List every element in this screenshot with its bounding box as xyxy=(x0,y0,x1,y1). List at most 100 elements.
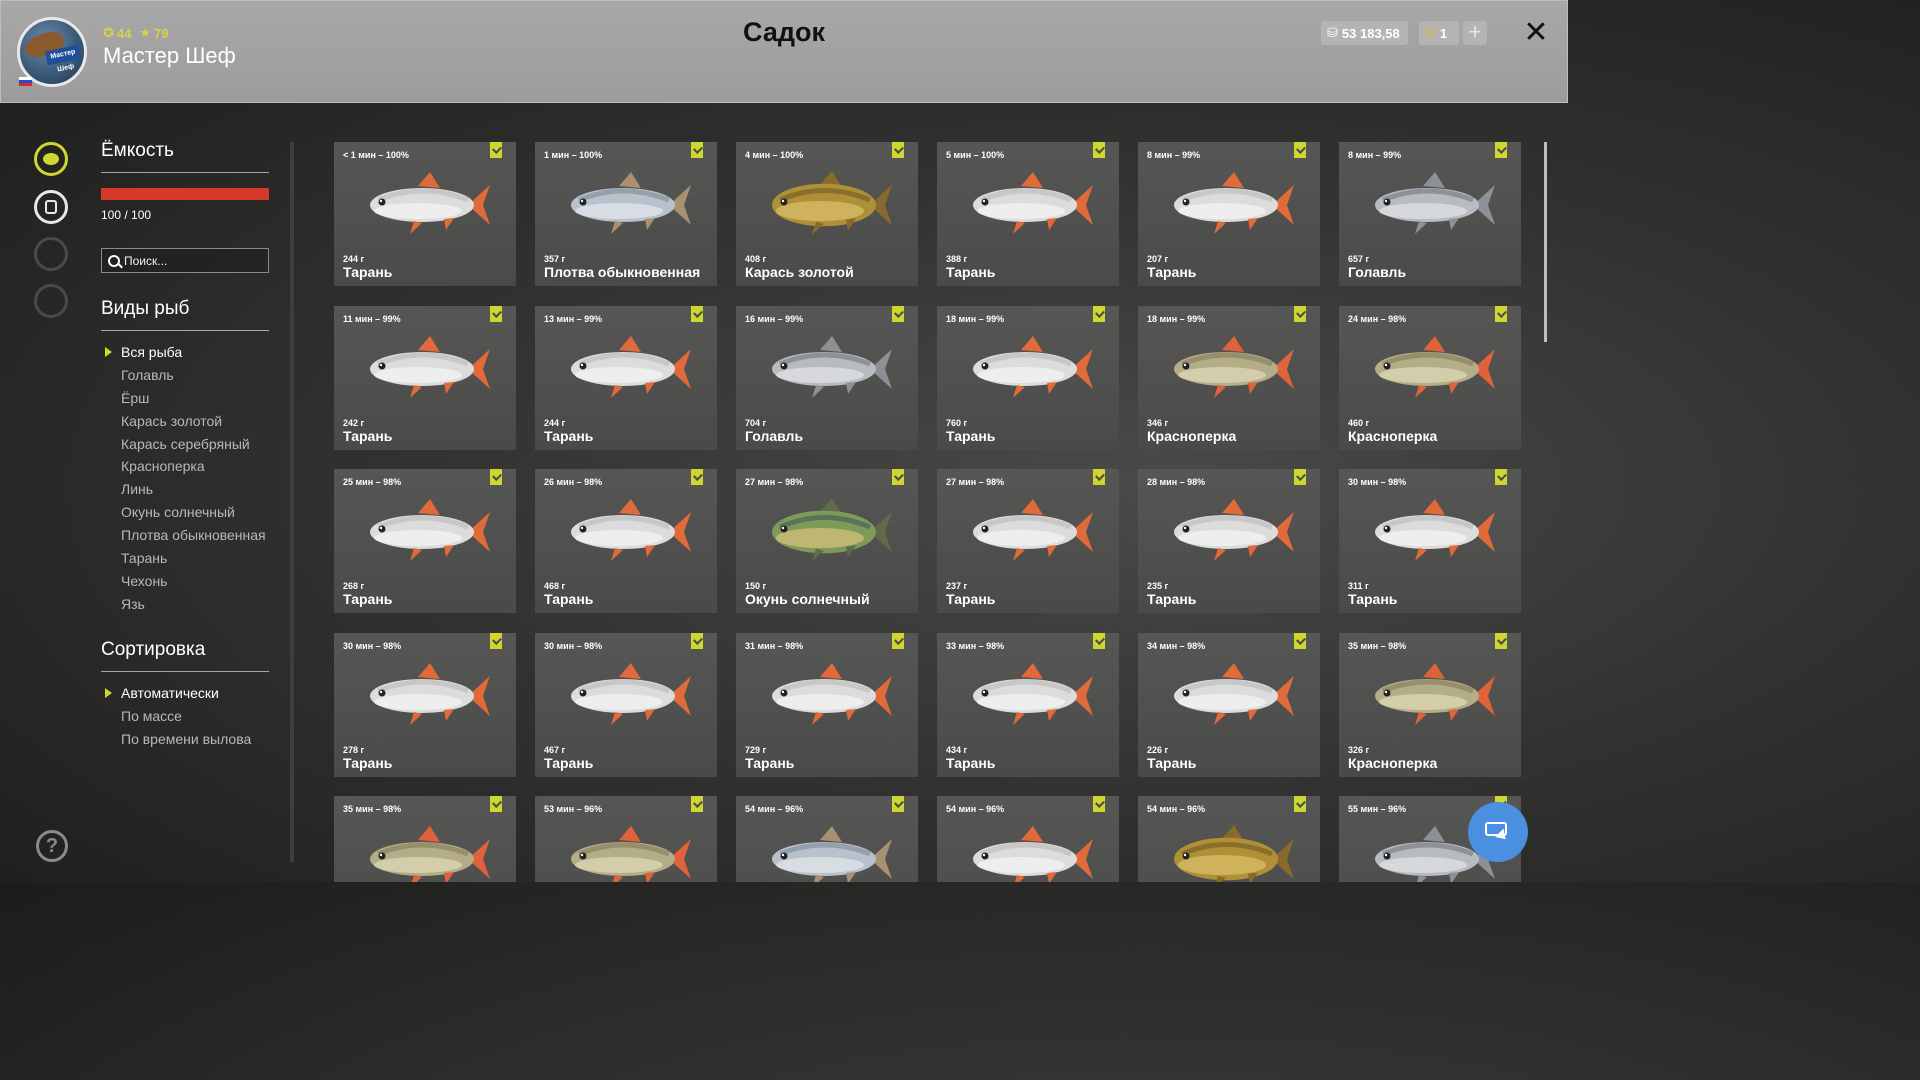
fish-card[interactable]: 54 мин – 96% xyxy=(1138,796,1320,882)
species-item[interactable]: Чехонь xyxy=(101,570,266,593)
fish-card[interactable]: 5 мин – 100% 388 г Тарань xyxy=(937,142,1119,286)
taran-fish-image xyxy=(1174,662,1294,725)
species-item[interactable]: Карась серебряный xyxy=(101,433,266,456)
bookmark-icon[interactable] xyxy=(691,305,703,322)
bookmark-icon[interactable] xyxy=(1093,305,1105,322)
fish-card[interactable]: 31 мин – 98% 729 г Тарань xyxy=(736,632,918,777)
bookmark-icon[interactable] xyxy=(892,469,904,485)
add-currency-button[interactable]: + xyxy=(1463,21,1487,45)
catch-time-freshness: 8 мин – 99% xyxy=(1147,150,1201,160)
fish-card[interactable]: 54 мин – 96% xyxy=(937,796,1119,882)
sort-list: Автоматически По массе По времени вылова xyxy=(101,682,251,751)
search-box[interactable] xyxy=(101,248,269,273)
bookmark-icon[interactable] xyxy=(892,796,904,812)
panel-scrollbar[interactable] xyxy=(290,142,294,862)
species-item[interactable]: Окунь солнечный xyxy=(101,501,266,524)
bookmark-icon[interactable] xyxy=(691,469,703,485)
species-item[interactable]: Голавль xyxy=(101,364,266,387)
home-icon[interactable] xyxy=(34,284,68,318)
bookmark-icon[interactable] xyxy=(1294,469,1306,485)
fish-card[interactable]: 30 мин – 98% 311 г Тарань xyxy=(1339,469,1521,613)
taran-fish-image xyxy=(772,662,892,725)
bookmark-icon[interactable] xyxy=(1093,632,1105,649)
grid-scrollbar[interactable] xyxy=(1544,142,1547,342)
fish-card[interactable]: 30 мин – 98% 278 г Тарань xyxy=(334,632,516,777)
bookmark-icon[interactable] xyxy=(1294,796,1306,812)
fish-card[interactable]: 35 мин – 98% xyxy=(334,796,516,882)
fish-name: Окунь солнечный xyxy=(745,591,870,607)
fish-card[interactable]: 18 мин – 99% 760 г Тарань xyxy=(937,305,1119,450)
fish-card[interactable]: 30 мин – 98% 467 г Тарань xyxy=(535,632,717,777)
bookmark-icon[interactable] xyxy=(1093,142,1105,158)
bookmark-icon[interactable] xyxy=(1495,142,1507,158)
fish-card[interactable]: 27 мин – 98% 237 г Тарань xyxy=(937,469,1119,613)
search-input[interactable] xyxy=(120,253,254,268)
fish-card[interactable]: 35 мин – 98% 326 г Красноперка xyxy=(1339,632,1521,777)
cooler-icon[interactable] xyxy=(34,190,68,224)
fish-card[interactable]: 34 мин – 98% 226 г Тарань xyxy=(1138,632,1320,777)
fish-card[interactable]: 13 мин – 99% 244 г Тарань xyxy=(535,305,717,450)
bookmark-icon[interactable] xyxy=(1093,469,1105,485)
fish-card[interactable]: 8 мин – 99% 657 г Голавль xyxy=(1339,142,1521,286)
species-item[interactable]: Тарань xyxy=(101,547,266,570)
species-item[interactable]: Язь xyxy=(101,593,266,616)
taran-fish-image xyxy=(370,662,490,725)
bookmark-icon[interactable] xyxy=(1294,142,1306,158)
species-item[interactable]: Плотва обыкновенная xyxy=(101,524,266,547)
taran-fish-image xyxy=(973,335,1093,398)
fish-card[interactable]: 54 мин – 96% xyxy=(736,796,918,882)
catch-time-freshness: 35 мин – 98% xyxy=(1348,640,1407,651)
fish-card[interactable]: 11 мин – 99% 242 г Тарань xyxy=(334,305,516,450)
fish-card[interactable]: 27 мин – 98% 150 г Окунь солнечный xyxy=(736,469,918,613)
fish-card[interactable]: < 1 мин – 100% 244 г Тарань xyxy=(334,142,516,286)
tackle-icon[interactable] xyxy=(34,237,68,271)
fish-card[interactable]: 25 мин – 98% 268 г Тарань xyxy=(334,469,516,613)
fish-card[interactable]: 18 мин – 99% 346 г Красноперка xyxy=(1138,305,1320,450)
help-icon[interactable]: ? xyxy=(36,830,68,862)
fish-card[interactable]: 16 мин – 99% 704 г Голавль xyxy=(736,305,918,450)
sort-option[interactable]: Автоматически xyxy=(101,682,251,705)
bookmark-icon[interactable] xyxy=(1495,469,1507,485)
bookmark-icon[interactable] xyxy=(490,796,502,812)
close-button[interactable]: ✕ xyxy=(1521,15,1551,51)
bookmark-icon[interactable] xyxy=(1093,796,1105,812)
species-item[interactable]: Карась золотой xyxy=(101,410,266,433)
country-flag-icon xyxy=(19,77,32,86)
species-item[interactable]: Линь xyxy=(101,478,266,501)
catch-time-freshness: 1 мин – 100% xyxy=(544,150,603,160)
species-item[interactable]: Вся рыба xyxy=(101,341,266,364)
fish-card[interactable]: 8 мин – 99% 207 г Тарань xyxy=(1138,142,1320,286)
bookmark-icon[interactable] xyxy=(892,305,904,322)
catch-time-freshness: 55 мин – 96% xyxy=(1348,804,1407,814)
top-bar: Мастер Шеф ✪ 44 ★ 79 Мастер Шеф Садок ⛁ … xyxy=(0,0,1568,103)
bookmark-icon[interactable] xyxy=(1495,632,1507,649)
fish-card[interactable]: 24 мин – 98% 460 г Красноперка xyxy=(1339,305,1521,450)
species-item[interactable]: Ёрш xyxy=(101,387,266,410)
bookmark-icon[interactable] xyxy=(691,796,703,812)
bookmark-icon[interactable] xyxy=(892,142,904,158)
sort-option[interactable]: По массе xyxy=(101,705,251,728)
species-item[interactable]: Красноперка xyxy=(101,455,266,478)
bookmark-icon[interactable] xyxy=(490,305,502,322)
bookmark-icon[interactable] xyxy=(490,632,502,649)
bookmark-icon[interactable] xyxy=(691,142,703,158)
fish-card[interactable]: 4 мин – 100% 408 г Карась золотой xyxy=(736,142,918,286)
fish-keepnet-icon[interactable] xyxy=(34,142,68,176)
fish-card[interactable]: 53 мин – 96% xyxy=(535,796,717,882)
bookmark-icon[interactable] xyxy=(1495,305,1507,322)
fish-card[interactable]: 28 мин – 98% 235 г Тарань xyxy=(1138,469,1320,613)
bookmark-icon[interactable] xyxy=(892,632,904,649)
fish-weight: 408 г xyxy=(745,254,767,264)
bookmark-icon[interactable] xyxy=(490,469,502,485)
cursor-mode-button[interactable] xyxy=(1468,802,1528,862)
fish-card[interactable]: 1 мин – 100% 357 г Плотва обыкновенная xyxy=(535,142,717,286)
bookmark-icon[interactable] xyxy=(691,632,703,649)
bookmark-icon[interactable] xyxy=(490,142,502,158)
fish-weight: 207 г xyxy=(1147,254,1169,264)
krasnoperka-fish-image xyxy=(370,826,490,882)
fish-card[interactable]: 26 мин – 98% 468 г Тарань xyxy=(535,469,717,613)
sort-option[interactable]: По времени вылова xyxy=(101,728,251,751)
bookmark-icon[interactable] xyxy=(1294,305,1306,322)
bookmark-icon[interactable] xyxy=(1294,632,1306,649)
fish-card[interactable]: 33 мин – 98% 434 г Тарань xyxy=(937,632,1119,777)
